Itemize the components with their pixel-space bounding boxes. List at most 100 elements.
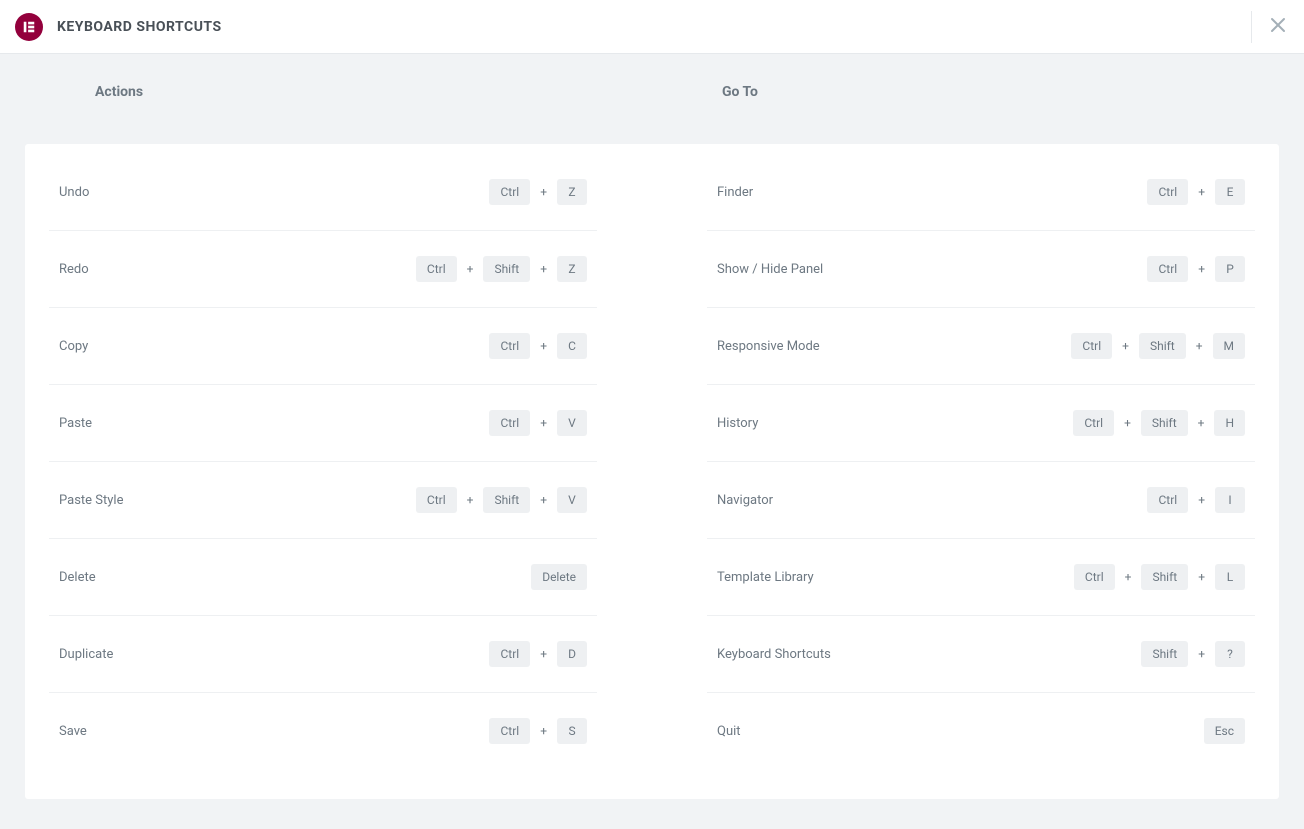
goto-row: Quit Esc (707, 693, 1255, 769)
key: V (557, 487, 587, 513)
actions-label: Copy (59, 339, 88, 354)
goto-label: Keyboard Shortcuts (717, 647, 831, 662)
plus-separator: + (1198, 185, 1205, 199)
actions-section-title: Actions (60, 84, 652, 100)
key: Ctrl (489, 718, 530, 744)
key-combo: Ctrl + V (489, 410, 587, 436)
key: D (557, 641, 587, 667)
key: E (1215, 179, 1245, 205)
plus-separator: + (1198, 570, 1205, 584)
key-combo: Delete (531, 564, 587, 590)
key: Ctrl (489, 179, 530, 205)
goto-row: Template LibraryCtrl+Shift+L (707, 539, 1255, 616)
key: Shift (1139, 333, 1186, 359)
key: Z (557, 256, 587, 282)
goto-label: Navigator (717, 493, 773, 508)
key: V (557, 410, 587, 436)
actions-label: Undo (59, 185, 89, 200)
plus-separator: + (1196, 339, 1203, 353)
section-titles: Actions Go To (25, 84, 1279, 122)
key: Ctrl (489, 641, 530, 667)
key-combo: Ctrl + Z (489, 179, 587, 205)
actions-label: Duplicate (59, 647, 113, 662)
key-combo: Ctrl + Shift + H (1073, 410, 1245, 436)
plus-separator: + (540, 339, 547, 353)
key: Ctrl (1073, 410, 1114, 436)
plus-separator: + (467, 493, 474, 507)
key: P (1215, 256, 1245, 282)
key: Ctrl (416, 256, 457, 282)
key: Ctrl (416, 487, 457, 513)
dialog-content: Actions Go To Undo Ctrl + Z Redo Ctrl + Shift + Z… (0, 54, 1304, 829)
actions-label: Delete (59, 570, 96, 585)
key-combo: Ctrl + C (489, 333, 587, 359)
key: I (1215, 487, 1245, 513)
plus-separator: + (1125, 570, 1132, 584)
plus-separator: + (1198, 262, 1205, 276)
plus-separator: + (1198, 416, 1205, 430)
close-wrap (1251, 0, 1304, 53)
actions-label: Redo (59, 262, 89, 277)
key-combo: Ctrl+Shift+L (1074, 564, 1245, 590)
key-combo: Ctrl + I (1147, 487, 1245, 513)
key: Shift (1141, 564, 1188, 590)
plus-separator: + (1198, 647, 1205, 661)
key-combo: Ctrl+Shift+V (416, 487, 587, 513)
key: ? (1215, 641, 1245, 667)
key: Z (557, 179, 587, 205)
close-icon[interactable] (1270, 17, 1286, 37)
plus-separator: + (540, 647, 547, 661)
actions-label: Paste Style (59, 493, 123, 508)
plus-separator: + (540, 416, 547, 430)
key-combo: Esc (1204, 718, 1245, 744)
plus-separator: + (540, 262, 547, 276)
goto-row: Navigator Ctrl + I (707, 462, 1255, 539)
divider (1251, 11, 1252, 43)
goto-label: Finder (717, 185, 753, 200)
key: Esc (1204, 718, 1245, 744)
actions-row: PasteCtrl+V (49, 385, 597, 462)
key: Ctrl (1147, 487, 1188, 513)
actions-row: Duplicate Ctrl + D (49, 616, 597, 693)
key: L (1215, 564, 1245, 590)
goto-section-title: Go To (687, 84, 1279, 100)
goto-label: Quit (717, 724, 741, 739)
dialog-header: KEYBOARD SHORTCUTS (0, 0, 1304, 54)
actions-label: Save (59, 724, 87, 739)
key: Ctrl (1147, 256, 1188, 282)
actions-row: Copy Ctrl + C (49, 308, 597, 385)
key: Shift (483, 256, 530, 282)
actions-row: Undo Ctrl + Z (49, 154, 597, 231)
key-combo: Ctrl + Shift + M (1071, 333, 1245, 359)
actions-row: RedoCtrl+Shift+Z (49, 231, 597, 308)
key-combo: Ctrl + D (489, 641, 587, 667)
plus-separator: + (1122, 339, 1129, 353)
key: S (557, 718, 587, 744)
key-combo: Ctrl+Shift+Z (416, 256, 587, 282)
key: M (1213, 333, 1245, 359)
key-combo: Ctrl + P (1147, 256, 1245, 282)
actions-row: Save Ctrl + S (49, 693, 597, 769)
plus-separator: + (1198, 493, 1205, 507)
key: H (1214, 410, 1245, 436)
plus-separator: + (540, 493, 547, 507)
key: Ctrl (489, 333, 530, 359)
goto-row: Finder Ctrl + E (707, 154, 1255, 231)
key: C (557, 333, 587, 359)
plus-separator: + (540, 724, 547, 738)
key: Ctrl (489, 410, 530, 436)
actions-row: Delete Delete (49, 539, 597, 616)
key-combo: Ctrl + S (489, 718, 587, 744)
actions-row: Paste StyleCtrl+Shift+V (49, 462, 597, 539)
goto-label: Template Library (717, 570, 814, 585)
plus-separator: + (1124, 416, 1131, 430)
goto-label: History (717, 416, 758, 431)
actions-column: Undo Ctrl + Z Redo Ctrl + Shift + Z Copy Ctrl + C Past… (25, 154, 652, 769)
key-combo: Shift+? (1141, 641, 1245, 667)
key: Ctrl (1071, 333, 1112, 359)
key: Shift (1141, 410, 1188, 436)
goto-column: FinderCtrl+EShow / Hide PanelCtrl+PRespo… (652, 154, 1279, 769)
goto-row: History Ctrl + Shift + H (707, 385, 1255, 462)
key: Ctrl (1147, 179, 1188, 205)
plus-separator: + (540, 185, 547, 199)
